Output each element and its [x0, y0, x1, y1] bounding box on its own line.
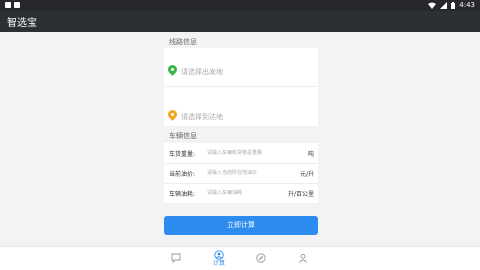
route-section-label: 线路信息 — [169, 38, 197, 46]
route-divider — [164, 86, 318, 87]
destination-selector[interactable]: 请选择到达地 — [164, 88, 318, 126]
calculate-button[interactable]: 立即计算 — [164, 216, 318, 235]
chat-icon — [171, 253, 181, 263]
tab-explore[interactable] — [250, 250, 272, 270]
bottom-tab-bar: 计算 — [0, 246, 480, 270]
destination-pin-icon — [166, 108, 179, 121]
fuel-consumption-field[interactable]: 车辆油耗: 请输入车辆油耗 升/百公里 — [164, 183, 318, 203]
destination-placeholder: 请选择到达地 — [181, 113, 223, 121]
app-bar: 智选宝 — [0, 11, 480, 32]
weight-input[interactable]: 请输入车辆和货物总重量 — [207, 149, 262, 156]
battery-icon — [451, 1, 456, 9]
weight-field[interactable]: 车货重量: 请输入车辆和货物总重量 吨 — [164, 143, 318, 163]
weight-unit: 吨 — [307, 151, 314, 158]
calculator-icon — [214, 250, 224, 260]
notification-icon — [5, 2, 11, 8]
fuel-price-label: 当前油价: — [169, 171, 196, 178]
wifi-icon — [428, 2, 437, 9]
vehicle-card: 车货重量: 请输入车辆和货物总重量 吨 当前油价: 请输入当前所在地油价 元/升… — [164, 143, 318, 203]
tab-chat[interactable] — [165, 250, 187, 270]
tab-profile[interactable] — [292, 250, 314, 270]
status-bar: 4:43 — [0, 0, 480, 11]
fuel-consumption-label: 车辆油耗: — [169, 191, 196, 198]
vehicle-section-label: 车辆信息 — [169, 132, 197, 140]
origin-placeholder: 请选择出发地 — [181, 68, 223, 76]
a-icon — [14, 2, 20, 8]
cellular-icon — [440, 1, 448, 9]
fuel-consumption-input[interactable]: 请输入车辆油耗 — [207, 189, 242, 196]
tab-calculate-label: 计算 — [212, 260, 225, 267]
origin-pin-icon — [166, 63, 179, 76]
fuel-price-unit: 元/升 — [299, 171, 314, 178]
compass-icon — [256, 253, 266, 263]
route-card: 请选择出发地 请选择到达地 — [164, 48, 318, 126]
fuel-consumption-unit: 升/百公里 — [287, 191, 314, 198]
fuel-price-field[interactable]: 当前油价: 请输入当前所在地油价 元/升 — [164, 163, 318, 183]
weight-label: 车货重量: — [169, 151, 196, 158]
user-icon — [299, 253, 307, 263]
app-title: 智选宝 — [7, 18, 37, 29]
fuel-price-input[interactable]: 请输入当前所在地油价 — [207, 169, 257, 176]
status-time: 4:43 — [459, 1, 475, 9]
origin-selector[interactable]: 请选择出发地 — [164, 48, 318, 86]
tab-calculate[interactable]: 计算 — [208, 250, 230, 270]
